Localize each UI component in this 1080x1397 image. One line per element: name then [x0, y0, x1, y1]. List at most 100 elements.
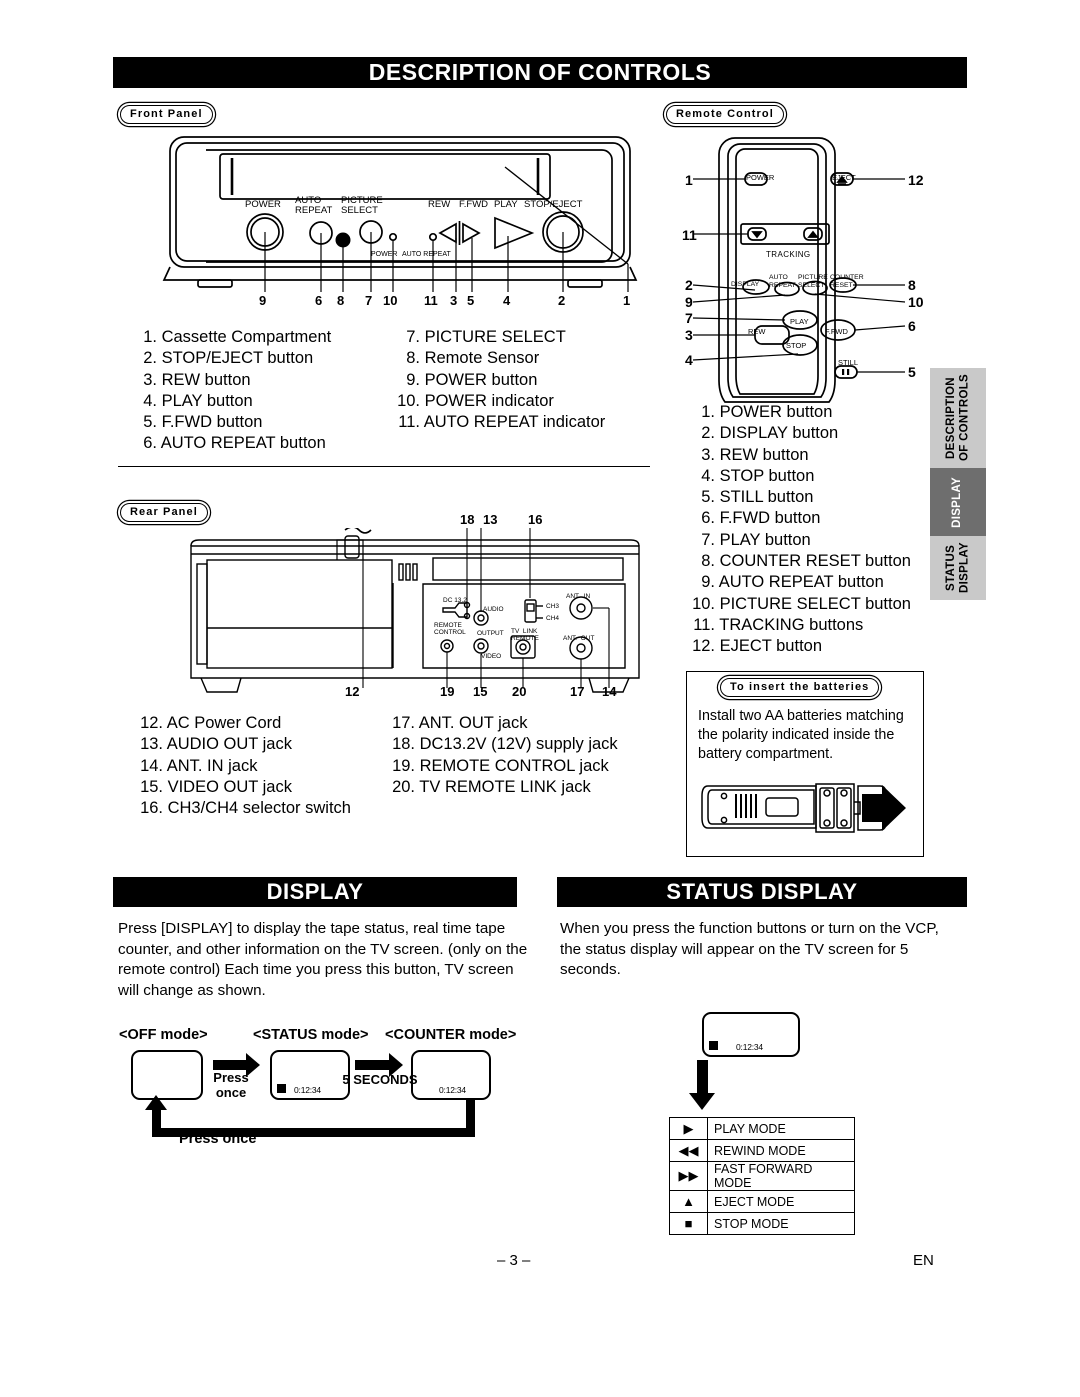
- rear-callout-18: 18: [460, 512, 475, 527]
- rear-label-remote-control: REMOTE CONTROL: [434, 622, 466, 637]
- front-label-power: POWER: [245, 199, 281, 210]
- battery-compartment-diagram: [701, 783, 906, 833]
- tv-screen-off-mode: [131, 1050, 203, 1100]
- flow-arrow-label-press-once: Press once: [213, 1070, 249, 1100]
- list-item: 10. POWER indicator: [397, 391, 554, 410]
- rear-label-ant-in: ANT. IN: [566, 593, 591, 600]
- remote-callout-2: 2: [685, 277, 693, 293]
- flow-return-segment-up: [152, 1108, 161, 1133]
- list-item: 7. PLAY button: [701, 530, 811, 549]
- list-item: 5. F.FWD button: [143, 413, 263, 432]
- manual-page: DESCRIPTION OF CONTROLS Front Panel POWE…: [0, 0, 1080, 1397]
- list-item: 8. Remote Sensor: [406, 349, 540, 368]
- mode-label: FAST FORWARD MODE: [707, 1161, 855, 1191]
- stop-icon: [709, 1041, 718, 1050]
- side-tab-status-display[interactable]: STATUS DISPLAY: [930, 536, 986, 600]
- list-item: 9. POWER button: [406, 370, 538, 389]
- list-item: 8. COUNTER RESET button: [701, 552, 911, 571]
- flow-arrow-5-seconds: [355, 1053, 403, 1077]
- list-item: 2. STOP/EJECT button: [143, 349, 314, 368]
- language-code: EN: [913, 1252, 934, 1269]
- list-item: 12. EJECT button: [692, 637, 823, 656]
- remote-label-eject: EJECT: [832, 173, 856, 182]
- caption-remote-control: Remote Control: [666, 105, 784, 124]
- remote-callout-7: 7: [685, 310, 693, 326]
- remote-label-stop: STOP: [786, 341, 807, 350]
- mode-label-off: <OFF mode>: [119, 1027, 208, 1043]
- remote-label-ffwd: F.FWD: [825, 327, 848, 336]
- eject-icon: ▲: [669, 1190, 708, 1213]
- rear-callout-19: 19: [440, 684, 455, 699]
- front-label-power-indicator: POWER: [371, 251, 398, 258]
- list-item: 20. TV REMOTE LINK jack: [392, 777, 591, 796]
- rear-callout-15: 15: [473, 684, 488, 699]
- tape-counter-value: 0:12:34: [294, 1085, 321, 1095]
- front-callout-1: 1: [623, 293, 631, 308]
- front-label-stop-eject: STOP/EJECT: [524, 199, 583, 210]
- side-tab-display[interactable]: DISPLAY: [930, 468, 986, 536]
- remote-label-play: PLAY: [790, 317, 809, 326]
- caption-insert-batteries: To insert the batteries: [720, 678, 880, 697]
- caption-front-panel: Front Panel: [120, 105, 213, 124]
- list-item: 3. REW button: [143, 370, 251, 389]
- rear-callout-16: 16: [528, 512, 543, 527]
- remote-label-auto-repeat: AUTO REPEAT: [769, 274, 796, 289]
- display-section-paragraph: Press [DISPLAY] to display the tape stat…: [118, 920, 528, 999]
- table-row: ■ STOP MODE: [669, 1212, 855, 1235]
- mode-label: PLAY MODE: [707, 1117, 855, 1140]
- side-tab-description-of-controls[interactable]: DESCRIPTION OF CONTROLS: [930, 368, 986, 468]
- front-panel-item-list-left: 1. Cassette Compartment 2. STOP/EJECT bu…: [138, 327, 331, 455]
- flow-return-label: Press once: [179, 1131, 257, 1147]
- status-section-paragraph: When you press the function buttons or t…: [560, 920, 939, 978]
- front-callout-10: 10: [383, 293, 398, 308]
- side-tab-label: DISPLAY: [951, 476, 964, 528]
- remote-label-display: DISPLAY: [731, 281, 760, 288]
- remote-control-item-list: 1. POWER button 2. DISPLAY button 3. REW…: [690, 402, 911, 658]
- list-item: 6. F.FWD button: [701, 509, 821, 528]
- rear-label-audio: AUDIO: [483, 606, 504, 613]
- list-item: 17. ANT. OUT jack: [392, 714, 528, 732]
- page-number: – 3 –: [497, 1252, 531, 1269]
- flow-return-arrowhead: [145, 1095, 167, 1110]
- list-item: 19. REMOTE CONTROL jack: [392, 756, 609, 775]
- remote-callout-8: 8: [908, 277, 916, 293]
- tape-counter-value: 0:12:34: [736, 1042, 763, 1052]
- mode-label: EJECT MODE: [707, 1190, 855, 1213]
- tv-screen-status-mode: 0:12:34: [270, 1050, 350, 1100]
- remote-label-tracking: TRACKING: [766, 250, 811, 259]
- list-item: 5. STILL button: [701, 488, 814, 507]
- mode-label: REWIND MODE: [707, 1139, 855, 1162]
- list-item: 14. ANT. IN jack: [140, 756, 258, 775]
- front-callout-5: 5: [467, 293, 475, 308]
- tv-screen-counter-mode: 0:12:34: [411, 1050, 491, 1100]
- battery-instruction-text: Install two AA batteries matching the po…: [698, 708, 904, 762]
- rear-label-output: OUTPUT: [477, 630, 504, 637]
- list-item: 15. VIDEO OUT jack: [140, 777, 292, 796]
- remote-label-power: POWER: [746, 173, 775, 182]
- table-row: ▶▶ FAST FORWARD MODE: [669, 1161, 855, 1191]
- table-row: ▲ EJECT MODE: [669, 1190, 855, 1213]
- list-item: 9. AUTO REPEAT button: [701, 573, 884, 592]
- front-label-auto-repeat-indicator: AUTO REPEAT: [402, 251, 451, 258]
- remote-callout-1: 1: [685, 172, 693, 188]
- side-tab-label: STATUS DISPLAY: [944, 542, 971, 594]
- rear-panel-diagram: [190, 528, 640, 693]
- list-item: 1. POWER button: [701, 403, 833, 421]
- list-item: 10. PICTURE SELECT button: [692, 594, 911, 613]
- remote-label-picture-select: PICTURE SELECT: [798, 274, 828, 289]
- rear-label-ch4: CH4: [546, 615, 560, 622]
- section-banner-description-of-controls: DESCRIPTION OF CONTROLS: [113, 57, 967, 88]
- stop-icon: ■: [669, 1212, 708, 1235]
- list-item: 2. DISPLAY button: [701, 424, 839, 443]
- front-label-rew: REW: [428, 199, 451, 210]
- status-mode-table: ▶ PLAY MODE ◀◀ REWIND MODE ▶▶ FAST FORWA…: [669, 1117, 855, 1235]
- remote-callout-9: 9: [685, 294, 693, 310]
- list-item: 11. TRACKING buttons: [693, 615, 864, 634]
- remote-callout-12: 12: [908, 172, 924, 188]
- mode-label-counter: <COUNTER mode>: [385, 1027, 517, 1043]
- rear-panel-item-list-left: 12. AC Power Cord 13. AUDIO OUT jack 14.…: [138, 713, 351, 819]
- list-item: 3. REW button: [701, 445, 809, 464]
- section-divider: [118, 466, 650, 467]
- rear-callout-12: 12: [345, 684, 360, 699]
- fast-forward-icon: ▶▶: [669, 1161, 708, 1191]
